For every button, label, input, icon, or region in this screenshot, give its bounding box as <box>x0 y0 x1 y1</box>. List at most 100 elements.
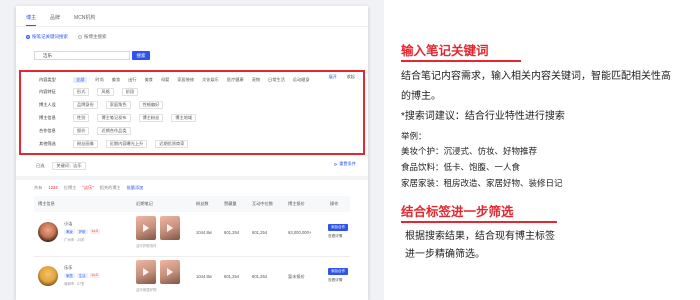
filter-tag[interactable]: 运动健身 <box>293 77 310 83</box>
radio-icon <box>26 35 30 39</box>
selected-chip[interactable]: 关键词：洁乐 <box>52 162 86 170</box>
desc-line: 进一步精确筛选。 <box>405 249 485 260</box>
table-header: 博主信息 近期笔记 粉丝数 赞藏量 互动中位数 博主报价 操作 <box>34 196 350 212</box>
avatar <box>38 222 58 242</box>
batch-add-link[interactable]: 批量添加 <box>127 185 144 191</box>
filter-dropdown[interactable]: 博主粉丝 <box>138 113 164 122</box>
mode-by-note-keyword[interactable]: 按笔记关键词搜索 <box>26 34 68 40</box>
filter-tag[interactable]: 美食 <box>145 77 153 83</box>
view-details-link[interactable]: 查看详情 <box>328 278 342 283</box>
filter-tag[interactable]: 宠物 <box>252 77 260 83</box>
filter-dropdown[interactable]: 报价 <box>73 126 90 135</box>
reset-icon: ⟳ <box>333 161 338 167</box>
heading-underline <box>401 60 521 62</box>
result-summary: 共有 1234 位博主 "洁乐" 相关的博主 批量添加 <box>34 185 143 191</box>
filter-dropdown[interactable]: 阶段 <box>121 87 139 96</box>
column-header: 操作 <box>330 201 339 206</box>
tab-blogger[interactable]: 博主 <box>26 10 37 26</box>
view-details-link[interactable]: 查看详情 <box>328 234 342 239</box>
mode-by-blogger[interactable]: 按博主搜索 <box>78 34 107 40</box>
filter-dropdown[interactable]: 博主笔记发布 <box>97 113 131 122</box>
table-row[interactable]: 乐乐 家居 生活 Lv.2 深圳市 · 27岁 洁乐家居好物 1044.8w 6… <box>34 256 350 300</box>
divider <box>16 26 368 27</box>
blogger-info: 深圳市 · 27岁 <box>64 282 85 286</box>
example-line: 家居家装：租房改造、家居好物、装修日记 <box>401 178 563 188</box>
column-header: 互动中位数 <box>252 201 273 206</box>
result-note: 相关的博主 <box>99 185 121 190</box>
column-header: 粉丝数 <box>196 201 209 206</box>
filter-dropdown[interactable]: 性别 <box>73 113 90 122</box>
table-row[interactable]: 小洁 美妆 护肤 Lv.3 广州市 · 24岁 洁乐护肤测评 1044.8w 6… <box>34 212 350 257</box>
play-icon <box>167 224 173 232</box>
play-icon <box>143 224 149 232</box>
filter-tag[interactable]: 家居装修 <box>177 77 194 83</box>
filter-tag[interactable]: 出行 <box>128 77 136 83</box>
filter-tag[interactable]: 时尚 <box>95 77 103 83</box>
filter-dropdown[interactable]: 形式 <box>73 87 90 96</box>
add-cooperation-button[interactable]: 添加合作 <box>328 268 348 275</box>
search-input[interactable]: 洁乐 <box>34 51 130 60</box>
filter-dropdown[interactable]: 近期内容曝光上升 <box>105 139 148 148</box>
example-title: 举例： <box>401 131 427 141</box>
result-count: 1234 <box>48 185 58 190</box>
fans-count: 1044.8w <box>196 274 212 279</box>
filter-panel: 内容类型 全部 时尚 美妆 出行 美食 母婴 家居装修 文化娱乐 医疗健康 宠物… <box>19 70 365 155</box>
explanation-panel: 输入笔记关键词 结合笔记内容需求，输入相关内容关键词，智能匹配相关性高 的博主。… <box>384 0 700 300</box>
filter-dropdown[interactable]: 近期优质商家 <box>155 139 189 148</box>
selected-conditions: 已选 关键词：洁乐 <box>36 162 86 170</box>
blogger-tag: 生活 <box>76 273 88 278</box>
filter-label: 内容特征 <box>39 88 56 94</box>
filter-dropdown[interactable]: 风格 <box>97 87 114 96</box>
expand-link[interactable]: 展开 <box>329 74 337 80</box>
blogger-info: 广州市 · 24岁 <box>64 238 85 242</box>
filter-tag[interactable]: 全部 <box>73 76 88 83</box>
filter-tag[interactable]: 母婴 <box>161 77 169 83</box>
blogger-tag: 美妆 <box>64 229 75 234</box>
filter-row-content-type: 内容类型 全部 时尚 美妆 出行 美食 母婴 家居装修 文化娱乐 医疗健康 宠物… <box>39 75 310 84</box>
filter-tag[interactable]: 日常生活 <box>268 77 285 83</box>
blogger-tag: Lv.3 <box>89 229 100 234</box>
filter-row-persona: 博主人设 品牌身份 家庭角色 性格偏好 <box>39 100 164 109</box>
filter-dropdown[interactable]: 家庭角色 <box>105 100 131 109</box>
blogger-name[interactable]: 小洁 <box>64 221 72 227</box>
note-thumbnail[interactable] <box>136 216 156 240</box>
blogger-price: 暂未报价 <box>288 274 305 279</box>
blogger-tags: 家居 生活 Lv.2 <box>64 273 100 278</box>
filter-dropdown[interactable]: 博主地域 <box>171 113 197 122</box>
filter-dropdown[interactable]: 粉丝画像 <box>73 139 98 148</box>
column-header: 近期笔记 <box>136 201 153 206</box>
collapse-link[interactable]: 收起 <box>347 74 355 80</box>
add-cooperation-button[interactable]: 添加合作 <box>328 224 348 231</box>
blogger-tag: 家居 <box>64 273 75 278</box>
filter-tag[interactable]: 医疗健康 <box>227 77 244 83</box>
interaction-median: 601,254 <box>252 274 268 279</box>
blogger-name[interactable]: 乐乐 <box>64 265 72 271</box>
screenshot-panel: 博主 品牌 MCN机构 按笔记关键词搜索 按博主搜索 洁乐 搜索 内容类型 全部… <box>0 0 384 300</box>
filter-dropdown[interactable]: 品牌身份 <box>73 100 98 109</box>
filter-dropdown[interactable]: 性格偏好 <box>138 100 164 109</box>
example-line: 食品饮料：低卡、饱腹、一人食 <box>401 162 521 172</box>
note-thumbnail[interactable] <box>136 260 156 284</box>
tab-brand[interactable]: 品牌 <box>50 10 60 26</box>
section-separator <box>16 176 368 180</box>
note-thumbnail[interactable] <box>160 260 180 284</box>
heading-keyword: 输入笔记关键词 <box>401 44 489 58</box>
note-thumbnail[interactable] <box>160 216 180 240</box>
filter-label: 博主人设 <box>39 101 56 107</box>
filter-dropdown[interactable]: 近期合作品类 <box>97 126 131 135</box>
filter-tag[interactable]: 美妆 <box>112 77 120 83</box>
reset-button[interactable]: ⟳ 重置条件 <box>334 161 356 167</box>
likes-count: 601,254 <box>224 230 240 235</box>
desc-line: 的博主。 <box>401 91 441 102</box>
tab-mcn[interactable]: MCN机构 <box>74 10 95 26</box>
search-button[interactable]: 搜索 <box>132 51 150 60</box>
result-keyword: "洁乐" <box>82 185 94 190</box>
avatar <box>38 266 58 286</box>
desc-line: 根据搜索结果，结合现有博主标签 <box>405 231 555 242</box>
filter-label: 博主信息 <box>39 114 56 120</box>
blogger-tag: 护肤 <box>76 229 88 234</box>
blogger-tags: 美妆 护肤 Lv.3 <box>64 229 100 234</box>
search-tip: *搜索词建议：结合行业特性进行搜索 <box>401 111 565 122</box>
filter-tag[interactable]: 文化娱乐 <box>202 77 219 83</box>
column-header: 赞藏量 <box>224 201 237 206</box>
